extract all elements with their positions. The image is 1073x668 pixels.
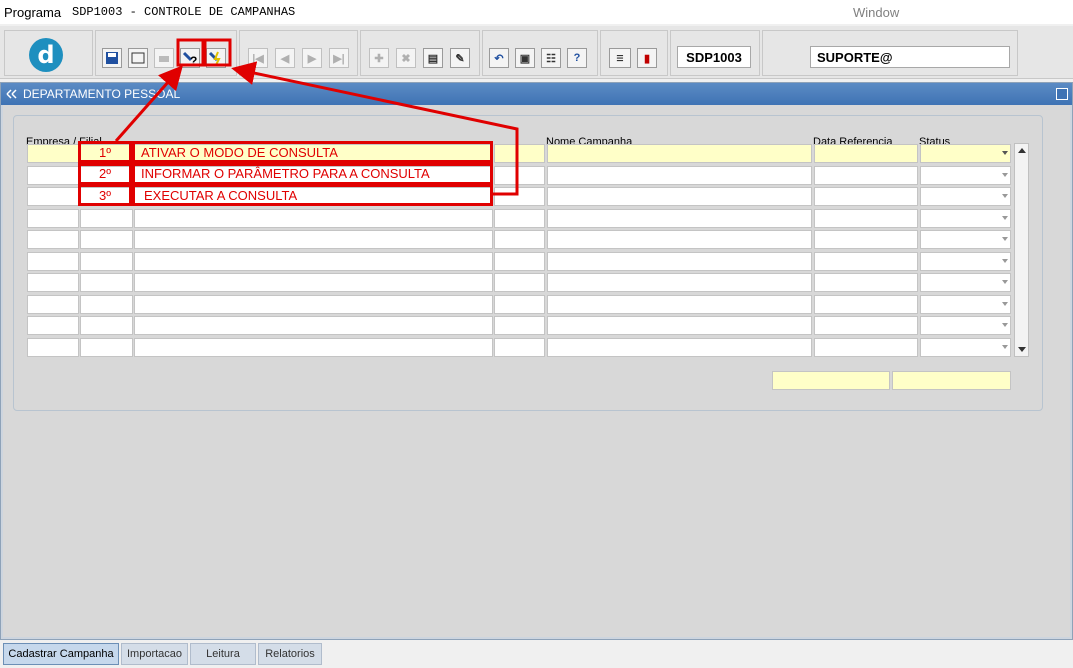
- tab-leitura[interactable]: Leitura: [190, 643, 256, 665]
- tab-relatorios[interactable]: Relatorios: [258, 643, 322, 665]
- highlight-enter-query: [176, 38, 205, 67]
- annotation-arrows: [114, 38, 519, 196]
- arrow-step-3: [231, 61, 519, 196]
- arrow-step-1: [114, 65, 183, 142]
- highlight-execute-query: [203, 38, 232, 67]
- tab-cadastrar-campanha[interactable]: Cadastrar Campanha: [3, 643, 119, 665]
- tab-importacao[interactable]: Importacao: [121, 643, 188, 665]
